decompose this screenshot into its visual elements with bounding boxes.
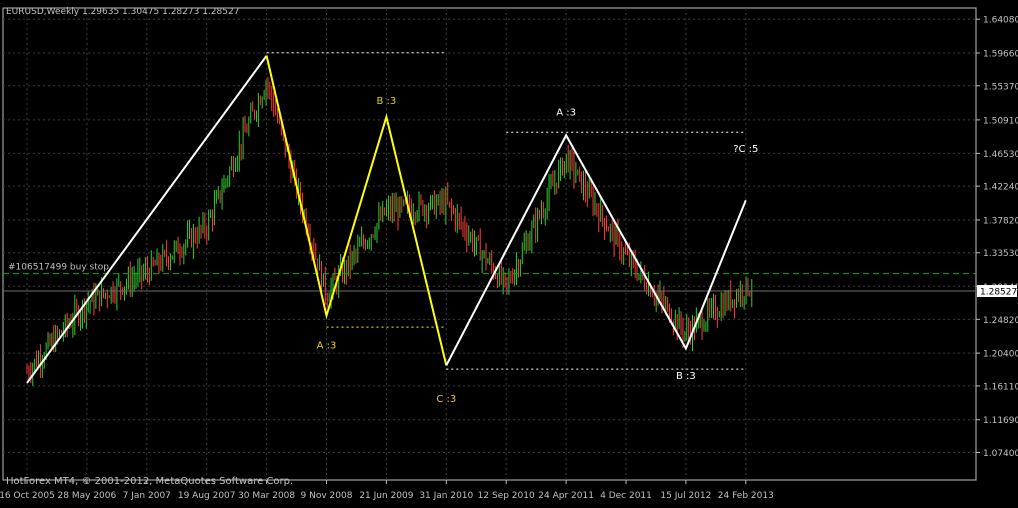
y-tick-label: 1.46530 (983, 150, 1018, 160)
x-tick-label: 19 Aug 2007 (178, 491, 236, 501)
x-tick-label: 4 Dec 2011 (600, 491, 652, 501)
x-tick-label: 24 Feb 2013 (718, 491, 774, 501)
wave-label: B :3 (676, 371, 696, 382)
y-tick-label: 1.20400 (983, 350, 1018, 360)
x-tick-label: 30 Mar 2008 (238, 491, 295, 501)
wave-label: A :3 (317, 341, 337, 352)
x-tick-label: 21 Jun 2009 (359, 491, 413, 501)
symbol-info: EURUSD,Weekly 1.29635 1.30475 1.28273 1.… (6, 7, 239, 17)
x-tick-label: 12 Sep 2010 (478, 491, 535, 501)
x-tick-label: 16 Oct 2005 (0, 491, 55, 501)
wave-label: ?C :5 (733, 144, 758, 155)
current-price-label: 1.28527 (980, 287, 1017, 297)
x-tick-label: 15 Jul 2012 (660, 491, 711, 501)
y-tick-label: 1.37820 (983, 216, 1018, 226)
price-chart[interactable]: 1.683701.640801.596601.553701.509101.465… (0, 0, 1018, 504)
wave-label: A :3 (556, 107, 576, 118)
buy-stop-label: #106517499 buy stop (8, 263, 109, 273)
plot-frame (2, 7, 977, 481)
x-tick-label: 24 Apr 2011 (538, 491, 594, 501)
y-tick-label: 1.07400 (983, 449, 1018, 459)
y-tick-label: 1.59660 (983, 49, 1018, 59)
chart-window: 1.683701.640801.596601.553701.509101.465… (0, 0, 1018, 504)
y-tick-label: 1.50910 (983, 116, 1018, 126)
y-tick-label: 1.16110 (983, 382, 1018, 392)
y-tick-label: 1.33530 (983, 249, 1018, 259)
wave-label: C :3 (436, 394, 456, 405)
y-tick-label: 1.11690 (983, 416, 1018, 426)
x-tick-label: 9 Nov 2008 (301, 491, 353, 501)
copyright-text: HotForex MT4, © 2001-2012, MetaQuotes So… (6, 476, 293, 487)
y-tick-label: 1.55370 (983, 82, 1018, 92)
x-tick-label: 31 Jan 2010 (419, 491, 473, 501)
wave-label: B :3 (377, 96, 397, 107)
y-tick-label: 1.42240 (983, 183, 1018, 193)
x-tick-label: 28 May 2006 (58, 491, 117, 501)
x-tick-label: 7 Jan 2007 (123, 491, 171, 501)
y-tick-label: 1.64080 (983, 16, 1018, 26)
y-tick-label: 1.24820 (983, 316, 1018, 326)
